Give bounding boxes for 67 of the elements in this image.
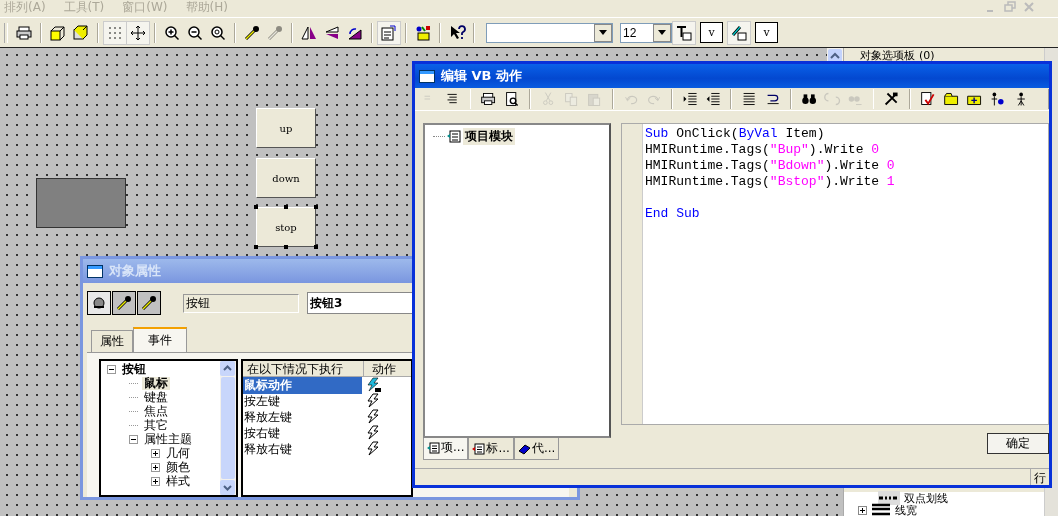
dropdown-arrow-icon — [599, 30, 607, 35]
tree-item[interactable]: 其它 — [142, 418, 170, 432]
canvas-button[interactable]: down — [256, 158, 316, 198]
canvas-button[interactable]: stop — [256, 207, 316, 247]
panel-title: 对象选项板 (0) — [859, 49, 935, 62]
window-icon — [87, 264, 103, 278]
line-width-icon — [871, 503, 892, 516]
code-line: HMIRuntime.Tags("Bstop").Write 1 — [645, 174, 895, 190]
code-editor[interactable]: Sub OnClick(ByVal Item) HMIRuntime.Tags("Bup").Write 0 HMIRuntime.Tags("Bdown").Write 0 HMIRuntime.Tags("Bstop").Write 1 End Sub — [621, 123, 1049, 425]
object-type-field: 按钮 — [183, 293, 299, 313]
tree-item[interactable]: 属性主题 — [142, 432, 194, 446]
tree-item[interactable]: 按钮 — [120, 362, 148, 376]
tree-item[interactable]: 颜色 — [164, 460, 192, 474]
canvas-button[interactable]: up — [256, 108, 316, 148]
eraser-icon — [517, 442, 531, 455]
tree-item[interactable]: 样式 — [164, 474, 192, 488]
expand-icon[interactable] — [858, 505, 868, 515]
lightning-icon[interactable] — [366, 393, 382, 409]
code-line: HMIRuntime.Tags("Bup").Write 0 — [645, 142, 881, 158]
status-text: 行 — [1030, 469, 1049, 485]
scroll-up-icon[interactable] — [220, 361, 235, 376]
text-color-button[interactable]: v — [700, 22, 723, 43]
window-title: 对象属性 — [109, 262, 161, 280]
grid-dots-icon[interactable] — [104, 21, 126, 44]
code-line: End Sub — [645, 206, 701, 222]
module-icon — [447, 130, 461, 143]
event-item[interactable]: 释放左键 — [243, 408, 362, 426]
tab[interactable]: 代... — [513, 438, 560, 460]
code-line: HMIRuntime.Tags("Bdown").Write 0 — [645, 158, 895, 174]
lightning-icon[interactable] — [366, 425, 382, 441]
lightning-icon[interactable] — [366, 409, 382, 425]
expand-icon[interactable] — [151, 448, 160, 458]
column-header[interactable]: 动作 — [364, 361, 411, 377]
properties-icon[interactable] — [378, 21, 400, 44]
tree-item[interactable]: 几何 — [164, 446, 192, 460]
event-item[interactable]: 释放右键 — [243, 440, 362, 458]
window-title: 编辑 VB 动作 — [441, 67, 523, 85]
ok-button[interactable]: 确定 — [987, 433, 1049, 454]
tree-item[interactable]: 键盘 — [142, 390, 170, 404]
tab[interactable]: 项... — [423, 438, 469, 460]
font-size-dropdown[interactable]: 12 — [620, 22, 672, 43]
line-color-icon[interactable] — [728, 21, 750, 44]
module-icon — [472, 442, 486, 455]
lightning-icon[interactable] — [366, 441, 382, 457]
font-dropdown[interactable] — [486, 22, 613, 43]
window-icon — [419, 69, 435, 83]
expand-icon[interactable] — [151, 476, 160, 486]
event-item[interactable]: 按右键 — [243, 424, 362, 442]
text-color-icon[interactable] — [673, 21, 695, 44]
lightning-icon[interactable] — [366, 377, 382, 393]
column-header[interactable]: 在以下情况下执行 — [243, 361, 364, 377]
tree-item[interactable]: 鼠标 — [142, 376, 170, 390]
tab[interactable]: 标... — [468, 438, 514, 460]
event-item[interactable]: 按左键 — [243, 392, 362, 410]
tree-item[interactable]: 焦点 — [142, 404, 170, 418]
scroll-down-icon[interactable] — [220, 480, 235, 495]
line-color-button[interactable]: v — [755, 22, 778, 43]
expand-icon[interactable] — [129, 434, 138, 444]
scroll-thumb[interactable] — [221, 377, 235, 479]
expand-icon[interactable] — [107, 364, 116, 374]
tree-item[interactable]: 项目模块 — [463, 128, 515, 145]
module-icon — [427, 441, 440, 454]
expand-icon[interactable] — [151, 462, 160, 472]
scrollbar[interactable] — [220, 361, 236, 495]
snap-cross-icon[interactable] — [127, 21, 149, 44]
code-line: Sub OnClick(ByVal Item) — [645, 126, 826, 142]
dropdown-arrow-icon — [658, 30, 666, 35]
